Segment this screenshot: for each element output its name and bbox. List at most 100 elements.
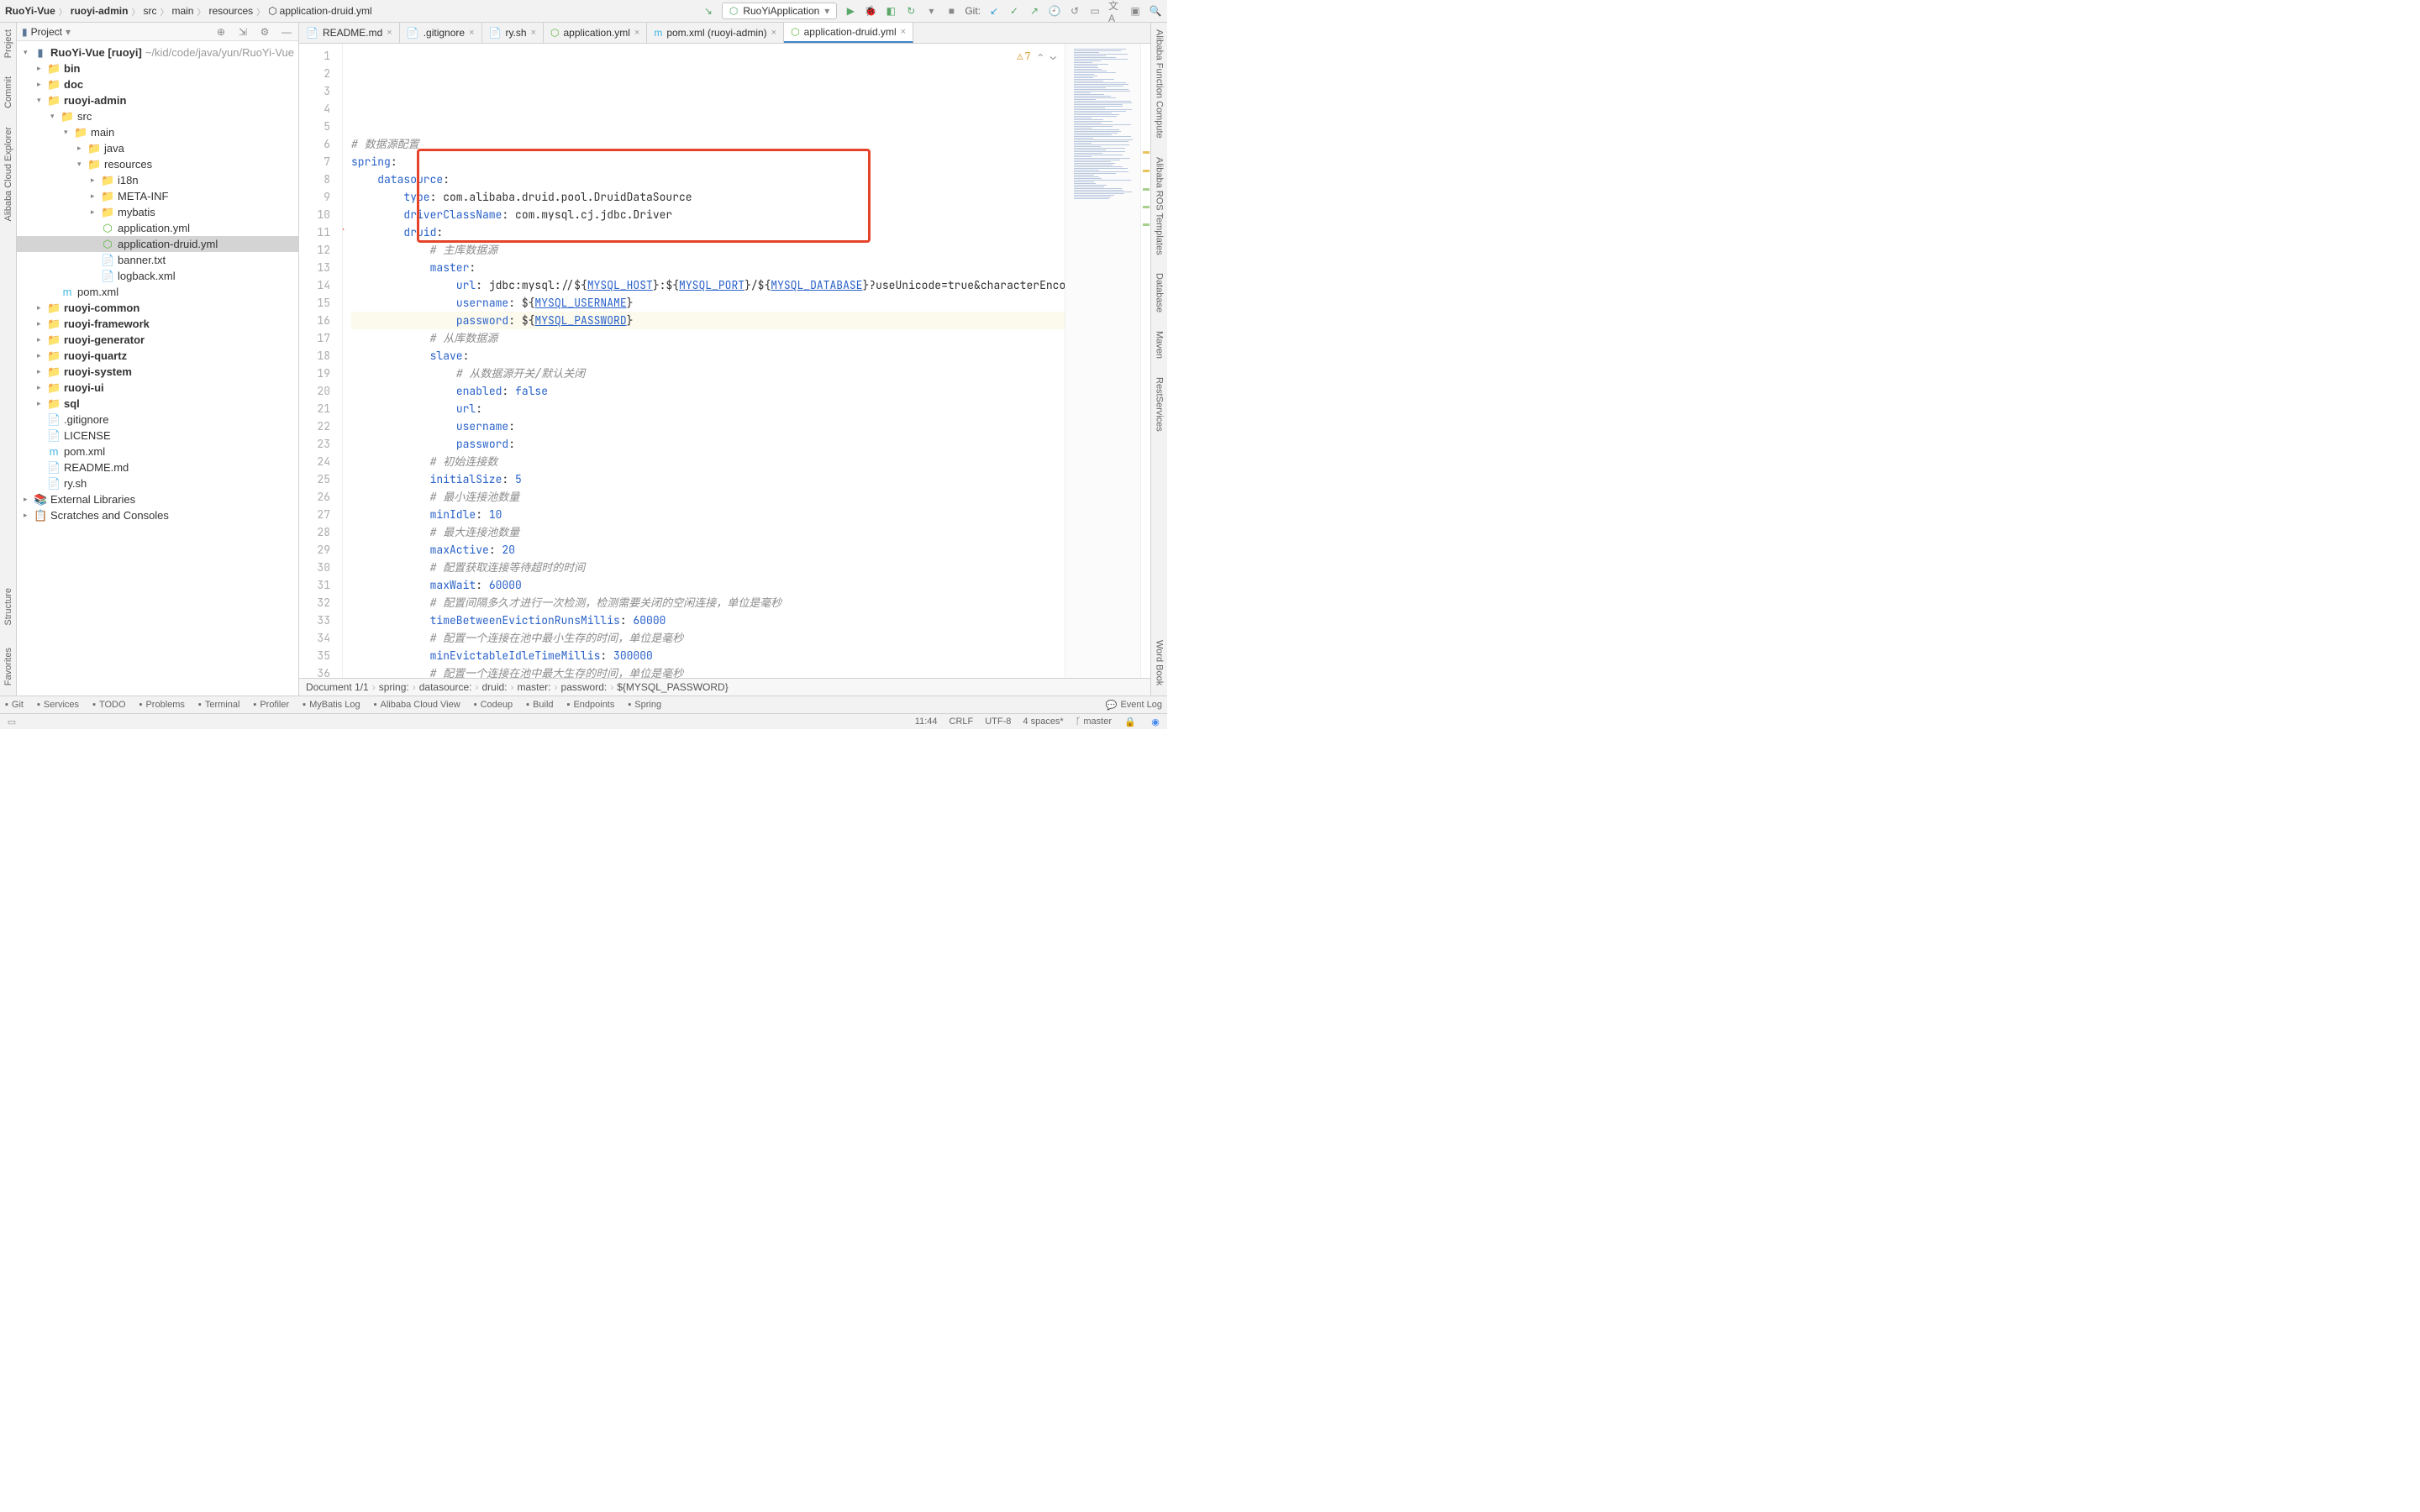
- code-crumb[interactable]: ${MYSQL_PASSWORD}: [617, 681, 729, 693]
- code-line[interactable]: driverClassName: com.mysql.cj.jdbc.Drive…: [351, 206, 1065, 223]
- tree-item[interactable]: 📄.gitignore: [17, 412, 298, 428]
- tree-item[interactable]: 📄LICENSE: [17, 428, 298, 444]
- tree-item[interactable]: 📄ry.sh: [17, 475, 298, 491]
- tree-item[interactable]: ▾📁src: [17, 108, 298, 124]
- close-icon[interactable]: ×: [469, 28, 474, 38]
- editor-code[interactable]: ⚠7 ⌃ ⌄ # 数据源配置spring: datasource: type: …: [343, 44, 1065, 678]
- code-crumb[interactable]: datasource:: [419, 681, 472, 693]
- tree-item[interactable]: ▸📁ruoyi-system: [17, 364, 298, 380]
- event-log-tab[interactable]: 💬Event Log: [1106, 700, 1162, 711]
- tree-item[interactable]: ▸📁java: [17, 140, 298, 156]
- tool-windows-icon[interactable]: ▭: [5, 715, 18, 728]
- crumb-module[interactable]: ruoyi-admin: [71, 5, 129, 17]
- code-crumb[interactable]: master:: [518, 681, 551, 693]
- tree-item[interactable]: ▾▮RuoYi-Vue [ruoyi]~/kid/code/java/yun/R…: [17, 45, 298, 60]
- tool-project[interactable]: Project: [3, 26, 13, 61]
- bottom-tab[interactable]: ▪Endpoints: [567, 700, 615, 710]
- tree-item[interactable]: ⬡application-druid.yml: [17, 236, 298, 252]
- tree-item[interactable]: 📄README.md: [17, 459, 298, 475]
- code-line[interactable]: url: jdbc:mysql://${MYSQL_HOST}:${MYSQL_…: [351, 276, 1065, 294]
- inspections-widget[interactable]: ⚠7 ⌃ ⌄: [1013, 47, 1060, 66]
- code-crumb[interactable]: druid:: [481, 681, 507, 693]
- git-push-icon[interactable]: ↗: [1028, 4, 1041, 18]
- code-line[interactable]: druid:: [351, 223, 1065, 241]
- error-stripe[interactable]: [1140, 44, 1150, 678]
- tree-item[interactable]: ▸📚External Libraries: [17, 491, 298, 507]
- editor-tab[interactable]: 📄README.md×: [299, 23, 400, 43]
- tool-commit[interactable]: Commit: [3, 73, 13, 112]
- code-line[interactable]: # 从库数据源: [351, 329, 1065, 347]
- tree-item[interactable]: ▸📁ruoyi-generator: [17, 332, 298, 348]
- code-line[interactable]: slave:: [351, 347, 1065, 365]
- git-history-icon[interactable]: 🕘: [1048, 4, 1061, 18]
- bottom-tab[interactable]: ▪Git: [5, 700, 24, 710]
- bottom-tab[interactable]: ▪Profiler: [253, 700, 289, 710]
- expand-all-icon[interactable]: ⇲: [236, 25, 250, 39]
- search-icon[interactable]: 🔍: [1149, 4, 1162, 18]
- tree-item[interactable]: ▸📁META-INF: [17, 188, 298, 204]
- status-indent[interactable]: 4 spaces*: [1023, 717, 1063, 727]
- code-line[interactable]: username:: [351, 417, 1065, 435]
- translate-icon[interactable]: 文A: [1108, 4, 1122, 18]
- code-line[interactable]: username: ${MYSQL_USERNAME}: [351, 294, 1065, 312]
- tree-item[interactable]: ▸📁ruoyi-common: [17, 300, 298, 316]
- code-line[interactable]: # 配置一个连接在池中最小生存的时间，单位是毫秒: [351, 629, 1065, 647]
- tool-function-compute[interactable]: Alibaba Function Compute: [1155, 26, 1165, 142]
- prev-highlight-icon[interactable]: ⌃: [1038, 48, 1044, 66]
- hammer-icon[interactable]: ↘: [702, 4, 715, 18]
- tree-item[interactable]: ▸📁ruoyi-quartz: [17, 348, 298, 364]
- code-line[interactable]: # 数据源配置: [351, 135, 1065, 153]
- avatar-icon[interactable]: ▭: [1088, 4, 1102, 18]
- bottom-tab[interactable]: ▪MyBatis Log: [302, 700, 360, 710]
- crumb-main[interactable]: main: [171, 5, 193, 17]
- tree-item[interactable]: ⬡application.yml: [17, 220, 298, 236]
- code-line[interactable]: # 从数据源开关/默认关闭: [351, 365, 1065, 382]
- close-icon[interactable]: ×: [387, 28, 392, 38]
- code-line[interactable]: spring:: [351, 153, 1065, 171]
- code-line[interactable]: datasource:: [351, 171, 1065, 188]
- next-highlight-icon[interactable]: ⌄: [1050, 48, 1056, 66]
- settings-icon[interactable]: ⚙: [258, 25, 271, 39]
- code-line[interactable]: type: com.alibaba.druid.pool.DruidDataSo…: [351, 188, 1065, 206]
- tool-rest-services[interactable]: RestServices: [1155, 374, 1165, 435]
- tool-maven[interactable]: Maven: [1155, 328, 1165, 362]
- code-crumb[interactable]: password:: [561, 681, 608, 693]
- profile-icon[interactable]: ↻: [904, 4, 918, 18]
- bottom-tab[interactable]: ▪Codeup: [474, 700, 513, 710]
- tree-item[interactable]: ▸📁doc: [17, 76, 298, 92]
- code-line[interactable]: # 最小连接池数量: [351, 488, 1065, 506]
- close-icon[interactable]: ×: [531, 28, 536, 38]
- bottom-tab[interactable]: ▪TODO: [92, 700, 125, 710]
- code-crumb[interactable]: spring:: [379, 681, 409, 693]
- bottom-tab[interactable]: ▪Build: [526, 700, 553, 710]
- code-line[interactable]: master:: [351, 259, 1065, 276]
- tool-database[interactable]: Database: [1155, 270, 1165, 316]
- code-line[interactable]: # 配置间隔多久才进行一次检测，检测需要关闭的空闲连接，单位是毫秒: [351, 594, 1065, 612]
- code-line[interactable]: maxActive: 20: [351, 541, 1065, 559]
- tree-item[interactable]: mpom.xml: [17, 444, 298, 459]
- code-line[interactable]: password:: [351, 435, 1065, 453]
- crumb-src[interactable]: src: [143, 5, 156, 17]
- tree-item[interactable]: ▸📁bin: [17, 60, 298, 76]
- code-line[interactable]: # 配置获取连接等待超时的时间: [351, 559, 1065, 576]
- tree-item[interactable]: 📄logback.xml: [17, 268, 298, 284]
- git-rollback-icon[interactable]: ↺: [1068, 4, 1081, 18]
- chrome-icon[interactable]: ◉: [1149, 715, 1162, 728]
- tree-item[interactable]: mpom.xml: [17, 284, 298, 300]
- tree-item[interactable]: 📄banner.txt: [17, 252, 298, 268]
- lock-icon[interactable]: 🔒: [1123, 715, 1137, 728]
- tool-word-book[interactable]: Word Book: [1155, 637, 1165, 689]
- code-line[interactable]: maxWait: 60000: [351, 576, 1065, 594]
- code-line[interactable]: minIdle: 10: [351, 506, 1065, 523]
- tree-item[interactable]: ▸📁ruoyi-framework: [17, 316, 298, 332]
- tree-item[interactable]: ▸📋Scratches and Consoles: [17, 507, 298, 523]
- coverage-icon[interactable]: ◧: [884, 4, 897, 18]
- minimap[interactable]: [1065, 44, 1140, 678]
- status-line-ending[interactable]: CRLF: [950, 717, 974, 727]
- tree-item[interactable]: ▸📁ruoyi-ui: [17, 380, 298, 396]
- code-line[interactable]: initialSize: 5: [351, 470, 1065, 488]
- code-line[interactable]: # 最大连接池数量: [351, 523, 1065, 541]
- close-icon[interactable]: ×: [901, 27, 906, 37]
- code-line[interactable]: # 初始连接数: [351, 453, 1065, 470]
- crumb-project[interactable]: RuoYi-Vue: [5, 5, 55, 17]
